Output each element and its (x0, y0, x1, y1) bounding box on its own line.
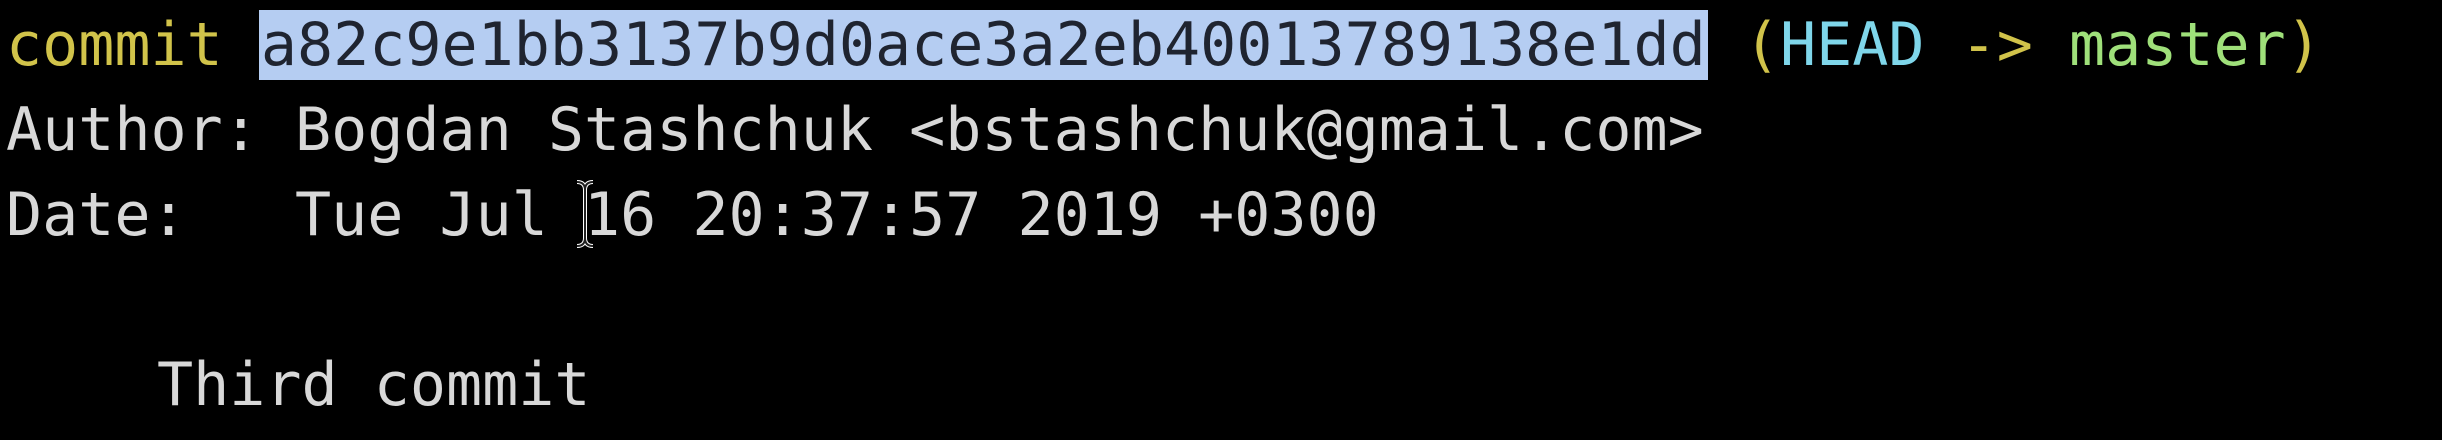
commit-line: commit a82c9e1bb3137b9d0ace3a2eb40013789… (6, 2, 2322, 88)
terminal-window[interactable]: commit a82c9e1bb3137b9d0ace3a2eb40013789… (0, 0, 2442, 440)
commit-keyword: commit (6, 10, 223, 80)
head-ref: HEAD (1780, 10, 1925, 80)
date-line: Date: Tue Jul 16 20:37:57 2019 +0300 (6, 172, 1379, 258)
text-cursor-icon (574, 38, 596, 248)
date-label: Date: (6, 180, 187, 250)
commit-message: Third commit (157, 350, 591, 420)
author-label: Author: (6, 95, 259, 165)
ref-open-paren: ( (1743, 10, 1781, 80)
commit-hash-selected[interactable]: a82c9e1bb3137b9d0ace3a2eb40013789138e1dd (258, 10, 1708, 80)
branch-ref: master (2069, 10, 2286, 80)
author-line: Author: Bogdan Stashchuk <bstashchuk@gma… (6, 87, 1704, 173)
author-value: Bogdan Stashchuk <bstashchuk@gmail.com> (295, 95, 1704, 165)
date-value: Tue Jul 16 20:37:57 2019 +0300 (295, 180, 1379, 250)
ref-arrow: -> (1924, 10, 2070, 80)
ref-close-paren: ) (2285, 10, 2322, 80)
